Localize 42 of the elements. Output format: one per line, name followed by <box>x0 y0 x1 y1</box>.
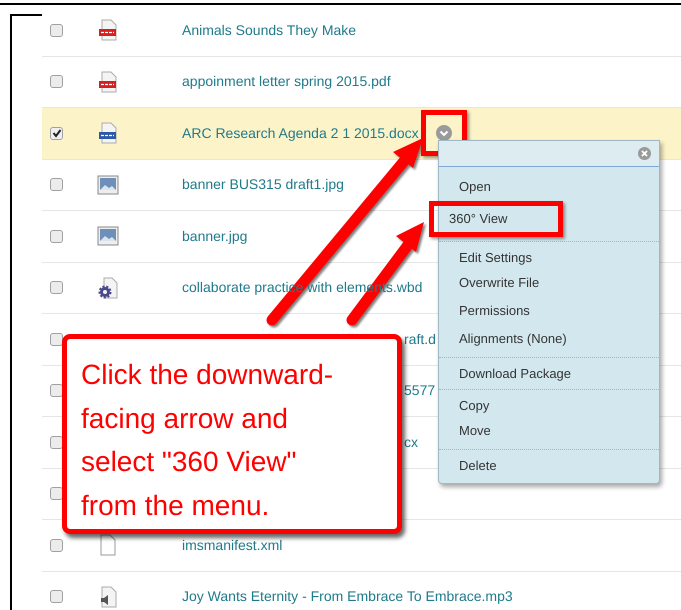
menu-item[interactable]: 360° View <box>429 201 563 237</box>
file-link[interactable]: Joy Wants Eternity - From Embrace To Embrace.mp3 <box>182 586 513 608</box>
checkbox[interactable] <box>50 230 63 243</box>
file-link[interactable]: banner.jpg <box>182 226 248 247</box>
checkbox[interactable] <box>50 178 63 192</box>
menu-item[interactable]: Overwrite File <box>439 269 659 297</box>
menu-item[interactable]: Download Package <box>439 357 659 385</box>
checkbox[interactable] <box>50 436 63 449</box>
pdf-file-icon <box>98 19 118 42</box>
menu-item[interactable]: Alignments (None) <box>439 325 659 353</box>
file-link[interactable]: ARC Research Agenda 2 1 2015.docx <box>182 122 419 144</box>
checkbox[interactable] <box>50 538 63 552</box>
checkbox[interactable] <box>50 126 63 140</box>
checkbox[interactable] <box>50 332 63 346</box>
menu-search-field[interactable] <box>439 141 659 167</box>
file-link[interactable]: 5577 <box>404 380 436 402</box>
checkbox[interactable] <box>50 24 63 37</box>
doc-file-icon <box>98 122 118 144</box>
file-link[interactable]: cx <box>404 432 418 453</box>
clear-icon[interactable] <box>638 147 651 160</box>
callout-text: Click the downward-facing arrow and select "360 View" from the menu. <box>81 358 334 522</box>
checkbox[interactable] <box>50 590 63 604</box>
menu-item[interactable]: Permissions <box>439 297 659 325</box>
menu-item[interactable]: Delete <box>439 449 659 477</box>
pdf-file-icon <box>98 70 118 93</box>
file-link[interactable]: imsmanifest.xml <box>182 534 282 556</box>
file-link[interactable]: raft.d <box>404 328 436 350</box>
checkbox[interactable] <box>50 487 63 500</box>
checkbox[interactable] <box>50 75 63 88</box>
file-link[interactable]: Animals Sounds They Make <box>182 20 356 41</box>
menu-item[interactable]: Move <box>439 417 659 445</box>
image-file-icon <box>97 174 119 195</box>
menu-item[interactable]: Open <box>439 173 659 201</box>
gear-file-icon <box>98 276 118 299</box>
file-link[interactable]: appoinment letter spring 2015.pdf <box>182 71 391 92</box>
image-file-icon <box>97 226 119 246</box>
chevron-down-icon <box>436 125 452 142</box>
checkbox[interactable] <box>50 384 63 398</box>
menu-item[interactable]: Edit Settings <box>439 241 659 269</box>
menu-item[interactable]: Copy <box>439 389 659 417</box>
checkbox[interactable] <box>50 281 63 294</box>
file-link[interactable]: banner BUS315 draft1.jpg <box>182 174 344 196</box>
